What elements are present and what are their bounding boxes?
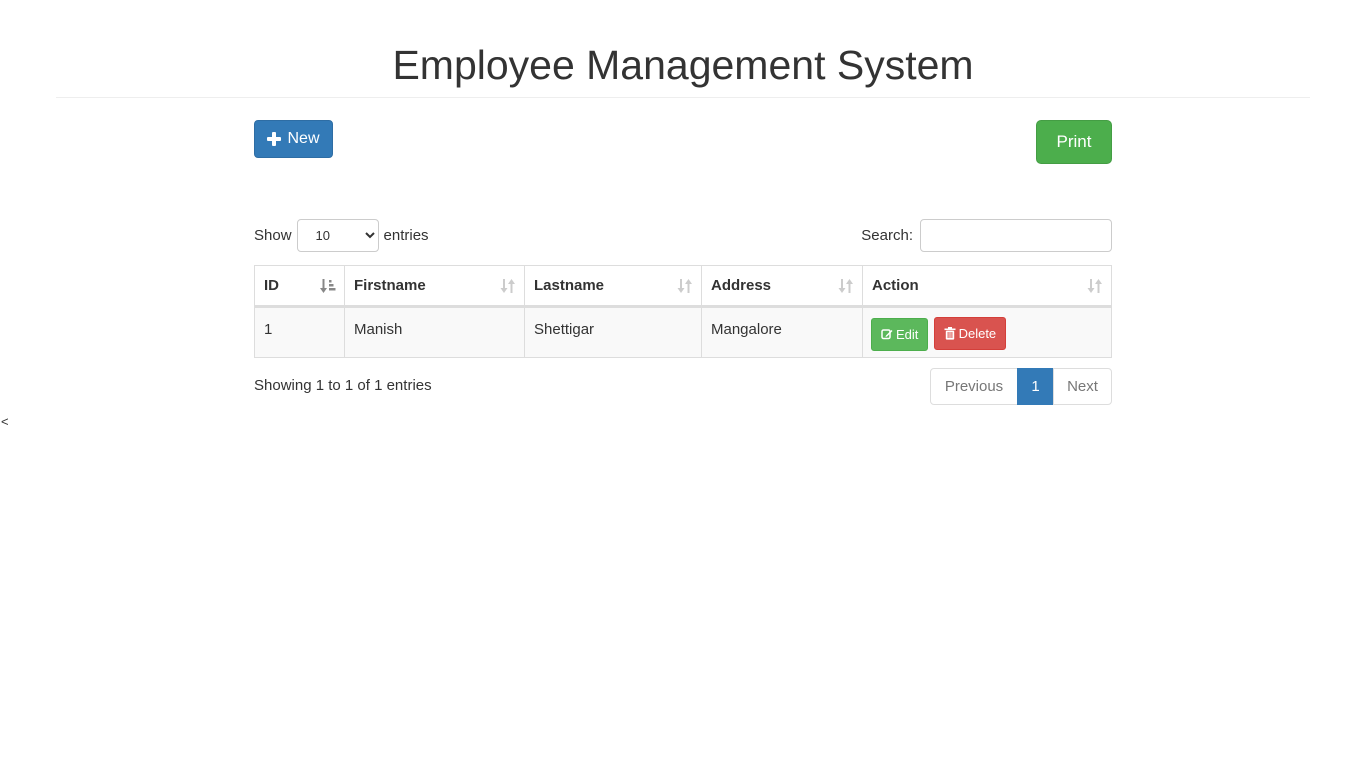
table-row: 1 Manish Shettigar Mangalore Edit Delete [254, 306, 1112, 358]
sort-both-icon [1087, 279, 1102, 293]
cell-firstname: Manish [344, 306, 525, 358]
next-page-button[interactable]: Next [1053, 368, 1112, 405]
print-button-label: Print [1056, 132, 1092, 151]
title-divider [56, 97, 1310, 98]
column-header-lastname[interactable]: Lastname [524, 265, 702, 308]
cell-lastname: Shettigar [524, 306, 702, 358]
sort-both-icon [677, 279, 692, 293]
edit-button-label: Edit [896, 326, 919, 342]
entries-length-control: Show 10 entries [254, 219, 429, 252]
previous-page-button[interactable]: Previous [930, 368, 1018, 405]
sort-both-icon [500, 279, 515, 293]
column-header-label: Action [872, 277, 919, 294]
sort-asc-icon [320, 279, 336, 293]
delete-button-label: Delete [958, 326, 997, 341]
cell-id: 1 [254, 306, 345, 358]
search-label: Search: [861, 227, 913, 244]
cell-address: Mangalore [701, 306, 863, 358]
entries-label: entries [383, 227, 429, 244]
stray-text: < [1, 414, 9, 429]
show-label: Show [254, 227, 292, 244]
cell-action: Edit Delete [862, 306, 1112, 358]
column-header-address[interactable]: Address [701, 265, 863, 308]
sort-both-icon [838, 279, 853, 293]
table-header-row: ID Firstname Lastname Address Action [254, 265, 1112, 308]
page-1-button[interactable]: 1 [1017, 368, 1054, 405]
column-header-id[interactable]: ID [254, 265, 345, 308]
table-info: Showing 1 to 1 of 1 entries [254, 377, 432, 394]
employee-table: ID Firstname Lastname Address Action 1 M… [254, 265, 1112, 358]
column-header-action[interactable]: Action [862, 265, 1112, 308]
edit-button[interactable]: Edit [871, 317, 929, 351]
search-control: Search: [861, 219, 1112, 252]
new-button[interactable]: New [254, 120, 333, 158]
trash-icon [944, 327, 956, 340]
entries-select[interactable]: 10 [296, 219, 379, 252]
page-title: Employee Management System [392, 42, 974, 88]
column-header-label: Address [711, 277, 772, 294]
column-header-label: Firstname [354, 277, 426, 294]
plus-icon [267, 132, 282, 146]
delete-button[interactable]: Delete [933, 317, 1007, 350]
page: Employee Management System New Print Sho… [0, 0, 1366, 768]
column-header-label: Lastname [534, 277, 605, 294]
column-header-firstname[interactable]: Firstname [344, 265, 525, 308]
search-input[interactable] [920, 219, 1112, 252]
pagination: Previous 1 Next [930, 368, 1112, 405]
new-button-label: New [287, 130, 320, 147]
print-button[interactable]: Print [1036, 120, 1112, 164]
edit-icon [881, 329, 893, 340]
column-header-label: ID [264, 277, 279, 294]
